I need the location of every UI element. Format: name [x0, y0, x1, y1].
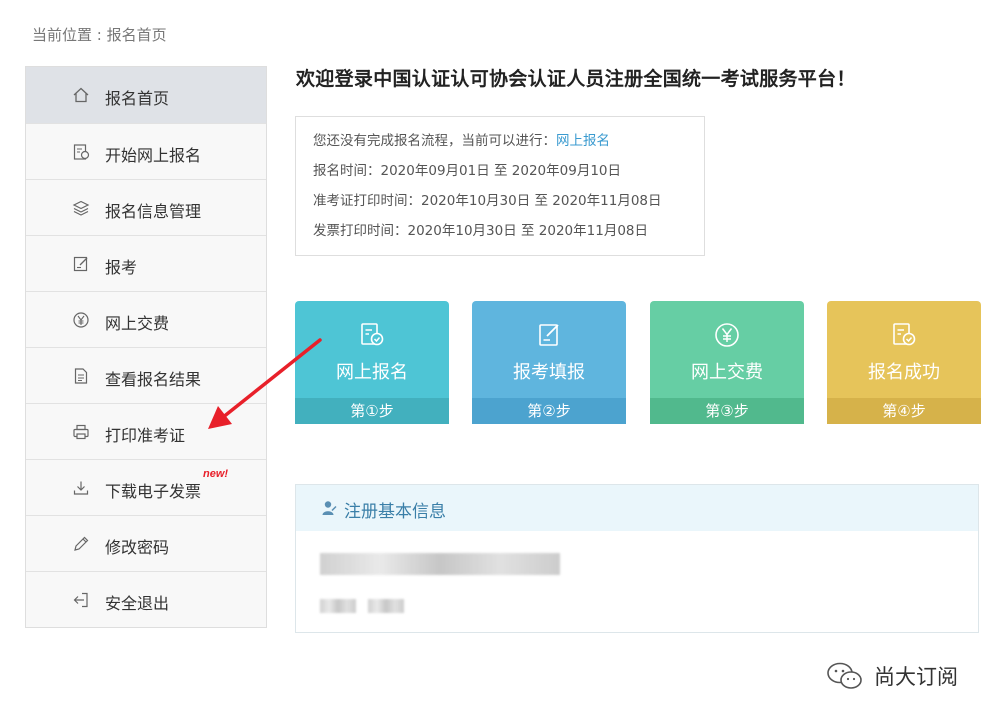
- step-card-online-payment[interactable]: 网上交费 第③步: [650, 301, 804, 424]
- sidebar-item-download-invoice[interactable]: 下载电子发票 new!: [26, 459, 266, 515]
- register-doc-icon: [73, 144, 90, 160]
- sidebar-item-label: 安全退出: [105, 594, 170, 613]
- step-number: 第②步: [472, 398, 626, 424]
- sidebar-item-label: 下载电子发票: [105, 482, 202, 501]
- yen-icon: [73, 312, 89, 328]
- redacted-field: [320, 553, 560, 575]
- sidebar-item-label: 修改密码: [105, 538, 170, 557]
- redacted-field: [368, 599, 404, 613]
- user-icon: [322, 501, 337, 515]
- notice-status-text: 您还没有完成报名流程，当前可以进行：: [313, 133, 556, 149]
- step-number: 第④步: [827, 398, 981, 424]
- registration-period: 报名时间：2020年09月01日 至 2020年09月10日: [313, 163, 622, 179]
- sidebar-item-label: 查看报名结果: [105, 370, 202, 389]
- step-title: 报考填报: [513, 362, 585, 383]
- edit-doc-icon: [73, 256, 88, 272]
- sidebar-item-label: 报名信息管理: [105, 202, 202, 221]
- online-registration-link[interactable]: 网上报名: [556, 133, 610, 149]
- sidebar-item-apply[interactable]: 报考: [26, 235, 266, 291]
- step-card-body: 报名成功: [827, 301, 981, 398]
- watermark-text: 尚大订阅: [874, 665, 958, 689]
- redacted-field: [320, 599, 356, 613]
- info-panel-title: 注册基本信息: [344, 502, 446, 522]
- step-number: 第③步: [650, 398, 804, 424]
- admission-print-period: 准考证打印时间：2020年10月30日 至 2020年11月08日: [313, 193, 662, 209]
- layers-icon: [72, 200, 90, 216]
- download-icon: [73, 481, 89, 495]
- printer-icon: [73, 424, 89, 440]
- home-icon: [73, 87, 89, 103]
- registration-info-panel: 注册基本信息: [295, 484, 979, 633]
- step-card-fill-application[interactable]: 报考填报 第②步: [472, 301, 626, 424]
- breadcrumb: 当前位置 : 报名首页: [32, 26, 167, 44]
- steps-row: 网上报名 第①步 报考填报 第②步 网上交费 第③步 报名成功 第④步: [295, 301, 981, 424]
- pencil-icon: [74, 536, 89, 551]
- step-title: 网上交费: [691, 362, 763, 383]
- register-doc-icon: [361, 323, 384, 346]
- sidebar-item-label: 网上交费: [105, 314, 170, 333]
- step-card-body: 报考填报: [472, 301, 626, 398]
- wechat-icon: [827, 662, 862, 689]
- sidebar-item-logout[interactable]: 安全退出: [26, 571, 266, 627]
- step-card-registration-success[interactable]: 报名成功 第④步: [827, 301, 981, 424]
- step-card-body: 网上交费: [650, 301, 804, 398]
- annotation-arrow: [208, 338, 322, 429]
- new-badge: new!: [203, 468, 229, 480]
- notice-status-line: 您还没有完成报名流程，当前可以进行：网上报名: [313, 131, 704, 161]
- step-title: 报名成功: [868, 362, 940, 383]
- logout-icon: [73, 592, 88, 608]
- sidebar-item-start-registration[interactable]: 开始网上报名: [26, 123, 266, 179]
- welcome-title: 欢迎登录中国认证认可协会认证人员注册全国统一考试服务平台！: [296, 68, 856, 90]
- sidebar-item-label: 报考: [105, 258, 138, 277]
- info-panel-header: 注册基本信息: [296, 485, 978, 531]
- sidebar-item-label: 打印准考证: [105, 426, 186, 445]
- watermark: 尚大订阅: [826, 660, 958, 692]
- notice-box: 您还没有完成报名流程，当前可以进行：网上报名 报名时间：2020年09月01日 …: [295, 116, 705, 256]
- document-icon: [74, 368, 88, 384]
- register-doc-icon: [893, 323, 916, 346]
- sidebar-item-change-password[interactable]: 修改密码: [26, 515, 266, 571]
- sidebar-item-registration-info[interactable]: 报名信息管理: [26, 179, 266, 235]
- edit-doc-icon: [539, 324, 559, 346]
- invoice-print-period: 发票打印时间：2020年10月30日 至 2020年11月08日: [313, 223, 649, 239]
- sidebar-item-home[interactable]: 报名首页: [26, 67, 266, 123]
- yen-icon: [715, 323, 739, 347]
- sidebar-item-label: 报名首页: [105, 89, 170, 108]
- sidebar-item-label: 开始网上报名: [105, 146, 202, 165]
